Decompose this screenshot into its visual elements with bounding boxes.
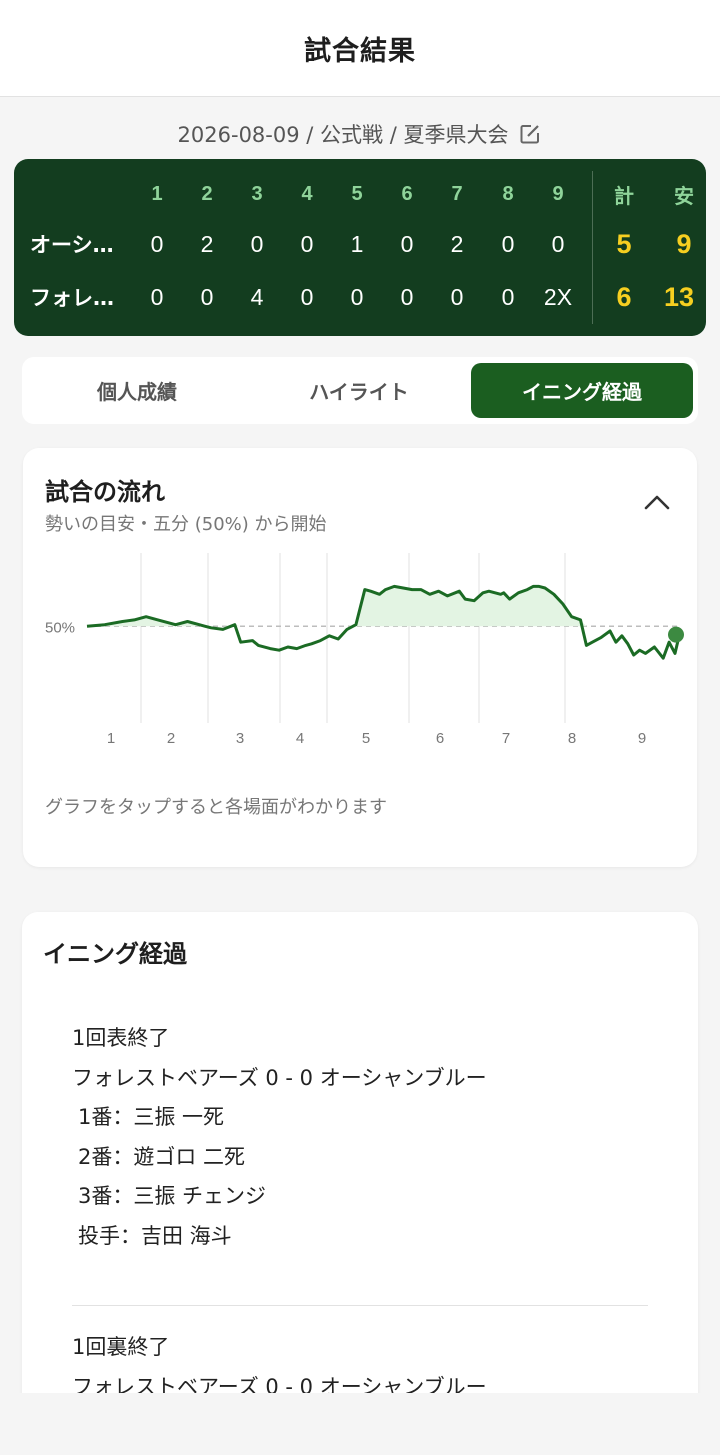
scoreboard-header-row: 1 2 3 4 5 6 7 8 9 計 安 [14,171,706,217]
team-hits: 13 [664,281,695,312]
page-title: 試合結果 [304,35,416,67]
flow-title: 試合の流れ [45,478,165,506]
log-line: 投手：吉田 海斗 [78,1223,232,1248]
x-tick-label: 6 [436,730,444,747]
scoreboard-row-away: オーシ… 0 2 0 0 1 0 2 0 0 5 9 [14,221,706,267]
chevron-up-icon [644,495,670,510]
team-hits: 9 [676,228,692,259]
chart-grid [140,553,566,723]
tab-individual-stats[interactable]: 個人成績 [28,363,246,418]
inning-header: 1 [151,182,163,205]
log-line: フォレストベアーズ 0 - 0 オーシャンブルー [72,1065,487,1090]
game-flow-chart[interactable]: 50% 1 2 3 4 5 6 7 8 9 [23,548,697,758]
inning-score: 0 [501,230,515,257]
inning-log-title: イニング経過 [43,940,187,968]
inning-header: 4 [301,182,313,205]
x-tick-label: 3 [236,730,244,747]
team-total: 6 [616,281,632,312]
inning-log-card: イニング経過 1回表終了 フォレストベアーズ 0 - 0 オーシャンブルー 1番… [22,912,698,1455]
app-header: 試合結果 [0,0,720,97]
game-flow-card: 試合の流れ 勢いの目安・五分 (50%) から開始 50% 123456789 … [23,448,697,867]
scoreboard-divider [592,171,593,324]
inning-score: 2X [543,283,573,310]
x-tick-label: 7 [502,730,510,747]
inning-log-entry: 1回表終了 フォレストベアーズ 0 - 0 オーシャンブルー 1番：三振 一死 … [72,1019,648,1256]
y-tick-label: 50% [45,619,75,636]
bottom-fade [0,1393,720,1455]
inning-header: 7 [451,182,463,205]
team-total: 5 [616,228,632,259]
inning-score: 0 [501,283,515,310]
inning-score: 2 [450,230,464,257]
collapse-button[interactable] [637,486,677,518]
x-tick-label: 2 [167,730,175,747]
inning-score: 4 [250,283,264,310]
inning-score: 0 [551,230,565,257]
edit-icon[interactable] [518,122,542,146]
inning-score: 1 [350,230,364,257]
inning-score: 2 [200,230,214,257]
x-tick-label: 5 [362,730,370,747]
inning-header: 9 [552,182,564,205]
scoreboard-row-home: フォレ… 0 0 4 0 0 0 0 0 2X 6 13 [14,274,706,320]
total-header: 計 [614,185,634,208]
game-meta-text: 2026-08-09 / 公式戦 / 夏季県大会 [177,123,509,147]
inning-score: 0 [200,283,214,310]
edit-icon-svg [520,125,540,144]
inning-score: 0 [300,283,314,310]
log-line: 1番：三振 一死 [78,1105,225,1129]
x-axis-labels: 1 2 3 4 5 6 7 8 9 [107,730,646,747]
log-line: 1回裏終了 [72,1335,170,1359]
inning-score: 0 [350,283,364,310]
end-point-marker [668,626,684,643]
inning-score: 0 [250,230,264,257]
hits-header: 安 [674,185,694,208]
log-divider [72,1305,648,1306]
chart-hint: グラフをタップすると各場面がわかります [45,797,387,818]
inning-header: 8 [502,182,514,205]
scoreboard: 1 2 3 4 5 6 7 8 9 計 安 オーシ… 0 2 0 0 1 0 2… [14,159,706,336]
inning-header: 3 [251,182,263,205]
inning-header: 6 [401,182,413,205]
team-name: フォレ… [30,286,114,310]
log-line: 3番：三振 チェンジ [78,1184,267,1208]
game-meta: 2026-08-09 / 公式戦 / 夏季県大会 [0,114,720,154]
inning-score: 0 [300,230,314,257]
inning-score: 0 [400,283,414,310]
flow-subtitle: 勢いの目安・五分 (50%) から開始 [45,514,327,535]
inning-score: 0 [450,283,464,310]
tab-bar: 個人成績 ハイライト イニング経過 [22,357,698,424]
x-tick-label: 4 [296,730,304,747]
inning-header: 2 [201,182,213,205]
x-tick-label: 8 [568,730,576,747]
tab-inning-progress[interactable]: イニング経過 [471,363,693,418]
inning-header: 5 [351,182,363,205]
x-tick-label: 9 [638,730,646,747]
log-line: 1回表終了 [72,1026,170,1050]
log-line: 2番：遊ゴロ 二死 [78,1144,246,1169]
team-name: オーシ… [30,233,114,257]
tab-highlights[interactable]: ハイライト [250,363,468,418]
inning-score: 0 [400,230,414,257]
inning-score: 0 [150,283,164,310]
inning-score: 0 [150,230,164,257]
x-tick-label: 1 [107,730,115,747]
